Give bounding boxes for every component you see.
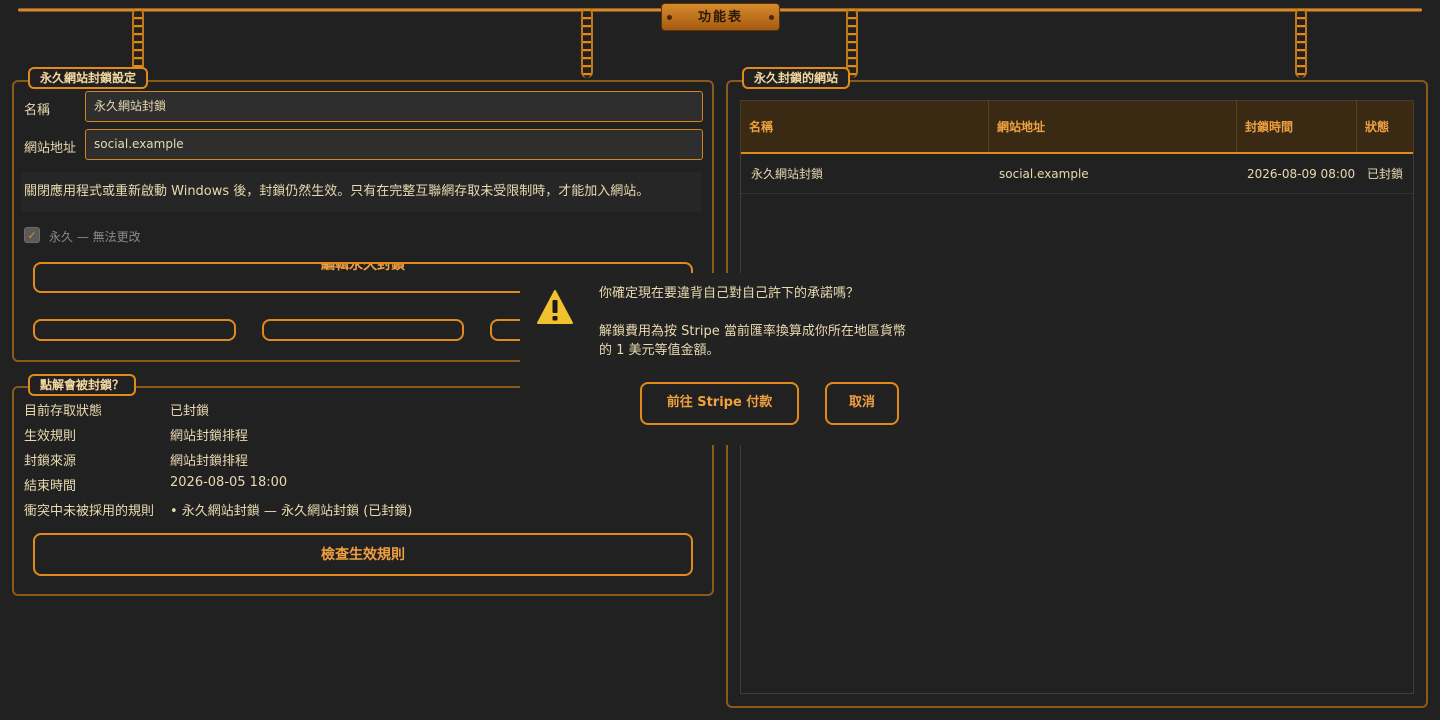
url-label: 網站地址 [24,141,77,156]
checkmark-icon: ✓ [27,229,37,242]
source-value: 網站封鎖排程 [170,454,249,469]
dialog-question: 你確定現在要違背自己對自己許下的承諾嗎？ [599,286,860,301]
status-value: 已封鎖 [170,404,210,419]
why-legend: 點解會被封鎖？ [28,374,137,396]
pay-stripe-button[interactable]: 前往 Stripe 付款 [640,382,799,425]
col-header-status[interactable]: 狀態 [1357,101,1413,153]
option-button-1[interactable] [33,319,236,341]
settings-legend: 永久網站封鎖設定 [28,67,149,89]
cell-url: social.example [999,167,1089,181]
url-input[interactable]: social.example [85,129,703,160]
chain-decoration [1295,8,1307,78]
active-rule-value: 網站封鎖排程 [170,429,249,444]
rivet-icon [667,15,672,20]
rivet-icon [769,15,774,20]
confirm-dialog: 你確定現在要違背自己對自己許下的承諾嗎？ 解鎖費用為按 Stripe 當前匯率換… [520,273,920,445]
cell-time: 2026-08-09 08:00 [1247,167,1356,181]
conflict-key: 衝突中未被採用的規則 [24,504,155,519]
warning-icon [537,290,573,324]
chain-decoration [581,8,593,78]
edit-permanent-label: 編輯永久封鎖 [321,262,405,273]
name-label: 名稱 [24,103,51,118]
col-header-name[interactable]: 名稱 [741,101,989,153]
end-time-key: 結束時間 [24,479,77,494]
col-header-url[interactable]: 網站地址 [989,101,1237,153]
option-button-2[interactable] [262,319,464,341]
check-rules-button[interactable]: 檢查生效規則 [33,533,693,576]
active-rule-key: 生效規則 [24,429,77,444]
name-input[interactable]: 永久網站封鎖 [85,91,703,122]
source-key: 封鎖來源 [24,454,77,469]
col-header-time[interactable]: 封鎖時間 [1237,101,1357,153]
menu-button[interactable]: 功能表 [661,3,780,31]
cell-name: 永久網站封鎖 [751,167,824,181]
permanent-label: 永久 — 無法更改 [49,230,141,244]
conflict-value: • 永久網站封鎖 — 永久網站封鎖 (已封鎖) [170,504,413,519]
end-time-value: 2026-08-05 18:00 [170,475,288,490]
info-note: 關閉應用程式或重新啟動 Windows 後，封鎖仍然生效。只有在完整互聯網存取未… [22,172,702,212]
permanent-checkbox[interactable]: ✓ [24,227,40,243]
menu-title: 功能表 [697,10,743,25]
dialog-body: 解鎖費用為按 Stripe 當前匯率換算成你所在地區貨幣的 1 美元等值金額。 [599,324,906,358]
cell-status: 已封鎖 [1367,167,1404,181]
status-key: 目前存取狀態 [24,404,103,419]
cancel-button[interactable]: 取消 [825,382,899,425]
sites-legend: 永久封鎖的網站 [742,67,851,89]
